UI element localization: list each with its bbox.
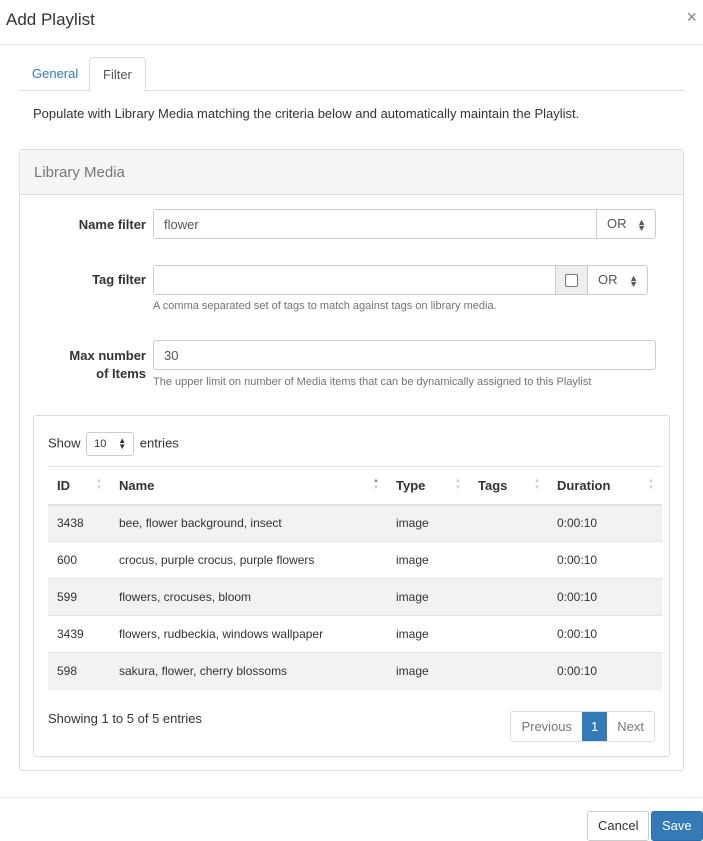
- column-header-label: ID: [57, 477, 70, 493]
- tab-filter[interactable]: Filter: [89, 57, 146, 92]
- select-arrows-icon: ▲ ▼: [118, 435, 127, 451]
- name-filter-operator-value: OR: [607, 216, 627, 231]
- page-length-value: 10: [94, 438, 107, 450]
- column-header-id[interactable]: ID ▲ ▼: [48, 466, 110, 506]
- pagination: Previous 1 Next: [510, 711, 655, 742]
- column-header-duration[interactable]: Duration ▲ ▼: [548, 466, 662, 506]
- cell-duration: 0:00:10: [548, 504, 662, 542]
- cell-name: bee, flower background, insect: [110, 504, 387, 542]
- table-row[interactable]: 599 flowers, crocuses, bloom image 0:00:…: [48, 578, 662, 616]
- max-items-help: The upper limit on number of Media items…: [153, 376, 592, 388]
- pagination-next-button[interactable]: Next: [607, 712, 654, 741]
- modal-title: Add Playlist: [6, 10, 95, 29]
- max-items-input[interactable]: [153, 340, 656, 370]
- cell-name: flowers, rudbeckia, windows wallpaper: [110, 615, 387, 653]
- table-row[interactable]: 600 crocus, purple crocus, purple flower…: [48, 541, 662, 579]
- cell-duration: 0:00:10: [548, 578, 662, 616]
- sort-ascending-icon: ▲ ▼: [373, 478, 379, 491]
- table-row[interactable]: 3438 bee, flower background, insect imag…: [48, 504, 662, 542]
- cell-duration: 0:00:10: [548, 541, 662, 579]
- cell-tags: [469, 578, 548, 616]
- pagination-previous-button[interactable]: Previous: [511, 712, 582, 741]
- column-header-tags[interactable]: Tags ▲ ▼: [469, 466, 548, 506]
- cell-tags: [469, 504, 548, 542]
- column-header-label: Tags: [478, 477, 508, 493]
- table-info: Showing 1 to 5 of 5 entries: [48, 711, 202, 726]
- cell-type: image: [387, 504, 469, 542]
- table-header-row: ID ▲ ▼ Name ▲ ▼ Type ▲ ▼ Tags ▲ ▼ Durati…: [48, 466, 662, 506]
- page-length-control: Show 10 ▲ ▼ entries: [48, 432, 179, 456]
- column-header-type[interactable]: Type ▲ ▼: [387, 466, 469, 506]
- max-items-label: Max number of Items: [36, 347, 146, 383]
- tab-bar: General Filter: [19, 57, 684, 92]
- cell-id: 598: [48, 652, 110, 690]
- name-filter-label: Name filter: [78, 217, 146, 232]
- name-filter-input[interactable]: [153, 209, 597, 239]
- cell-type: image: [387, 541, 469, 579]
- exact-match-addon: [556, 265, 588, 295]
- cell-duration: 0:00:10: [548, 615, 662, 653]
- cell-name: sakura, flower, cherry blossoms: [110, 652, 387, 690]
- column-header-name[interactable]: Name ▲ ▼: [110, 466, 387, 506]
- length-prefix: Show: [48, 435, 81, 451]
- modal-header: Add Playlist ×: [0, 0, 703, 45]
- max-items-label-line2: of Items: [96, 366, 146, 381]
- tag-filter-operator-select[interactable]: OR ▲ ▼: [587, 265, 648, 295]
- column-header-label: Type: [396, 477, 426, 493]
- cell-type: image: [387, 578, 469, 616]
- sort-icon: ▲ ▼: [455, 478, 461, 491]
- cell-type: image: [387, 652, 469, 690]
- max-items-label-line1: Max number: [69, 348, 146, 363]
- sort-icon: ▲ ▼: [96, 478, 102, 491]
- media-table: ID ▲ ▼ Name ▲ ▼ Type ▲ ▼ Tags ▲ ▼ Durati…: [48, 466, 662, 690]
- name-filter-operator-select[interactable]: OR ▲ ▼: [596, 209, 656, 239]
- intro-text: Populate with Library Media matching the…: [33, 106, 580, 121]
- panel-heading: Library Media: [20, 150, 683, 195]
- select-arrows-icon: ▲ ▼: [629, 272, 638, 289]
- length-suffix: entries: [139, 435, 179, 451]
- pagination-page-button[interactable]: 1: [582, 712, 608, 741]
- table-row[interactable]: 3439 flowers, rudbeckia, windows wallpap…: [48, 615, 662, 653]
- page-length-select[interactable]: 10 ▲ ▼: [86, 432, 135, 456]
- library-media-panel: Library Media Name filter OR ▲▼ Tag filt…: [19, 149, 684, 771]
- cell-duration: 0:00:10: [548, 652, 662, 690]
- cell-tags: [469, 652, 548, 690]
- tab-general[interactable]: General: [19, 57, 91, 91]
- cell-tags: [469, 615, 548, 653]
- tag-filter-operator-value: OR: [598, 272, 618, 287]
- column-header-label: Name: [119, 477, 155, 493]
- cell-id: 3438: [48, 504, 110, 542]
- tag-filter-label: Tag filter: [92, 272, 146, 287]
- cancel-button[interactable]: Cancel: [587, 811, 650, 841]
- column-header-label: Duration: [557, 477, 611, 493]
- tag-filter-input[interactable]: [153, 265, 556, 295]
- sort-icon: ▲ ▼: [648, 478, 654, 491]
- cell-type: image: [387, 615, 469, 653]
- cell-tags: [469, 541, 548, 579]
- media-table-wrapper: Show 10 ▲ ▼ entries ID ▲ ▼ Name ▲ ▼ Type…: [33, 415, 670, 757]
- cell-name: crocus, purple crocus, purple flowers: [110, 541, 387, 579]
- tag-filter-help: A comma separated set of tags to match a…: [153, 300, 497, 312]
- close-icon[interactable]: ×: [686, 8, 697, 26]
- cell-name: flowers, crocuses, bloom: [110, 578, 387, 616]
- table-row[interactable]: 598 sakura, flower, cherry blossoms imag…: [48, 652, 662, 690]
- modal-footer: Cancel Save: [0, 797, 703, 841]
- sort-icon: ▲ ▼: [534, 478, 540, 491]
- exact-match-checkbox[interactable]: [565, 274, 578, 287]
- cell-id: 600: [48, 541, 110, 579]
- cell-id: 3439: [48, 615, 110, 653]
- select-arrows-icon: ▲ ▼: [637, 216, 646, 233]
- cell-id: 599: [48, 578, 110, 616]
- save-button[interactable]: Save: [651, 811, 703, 841]
